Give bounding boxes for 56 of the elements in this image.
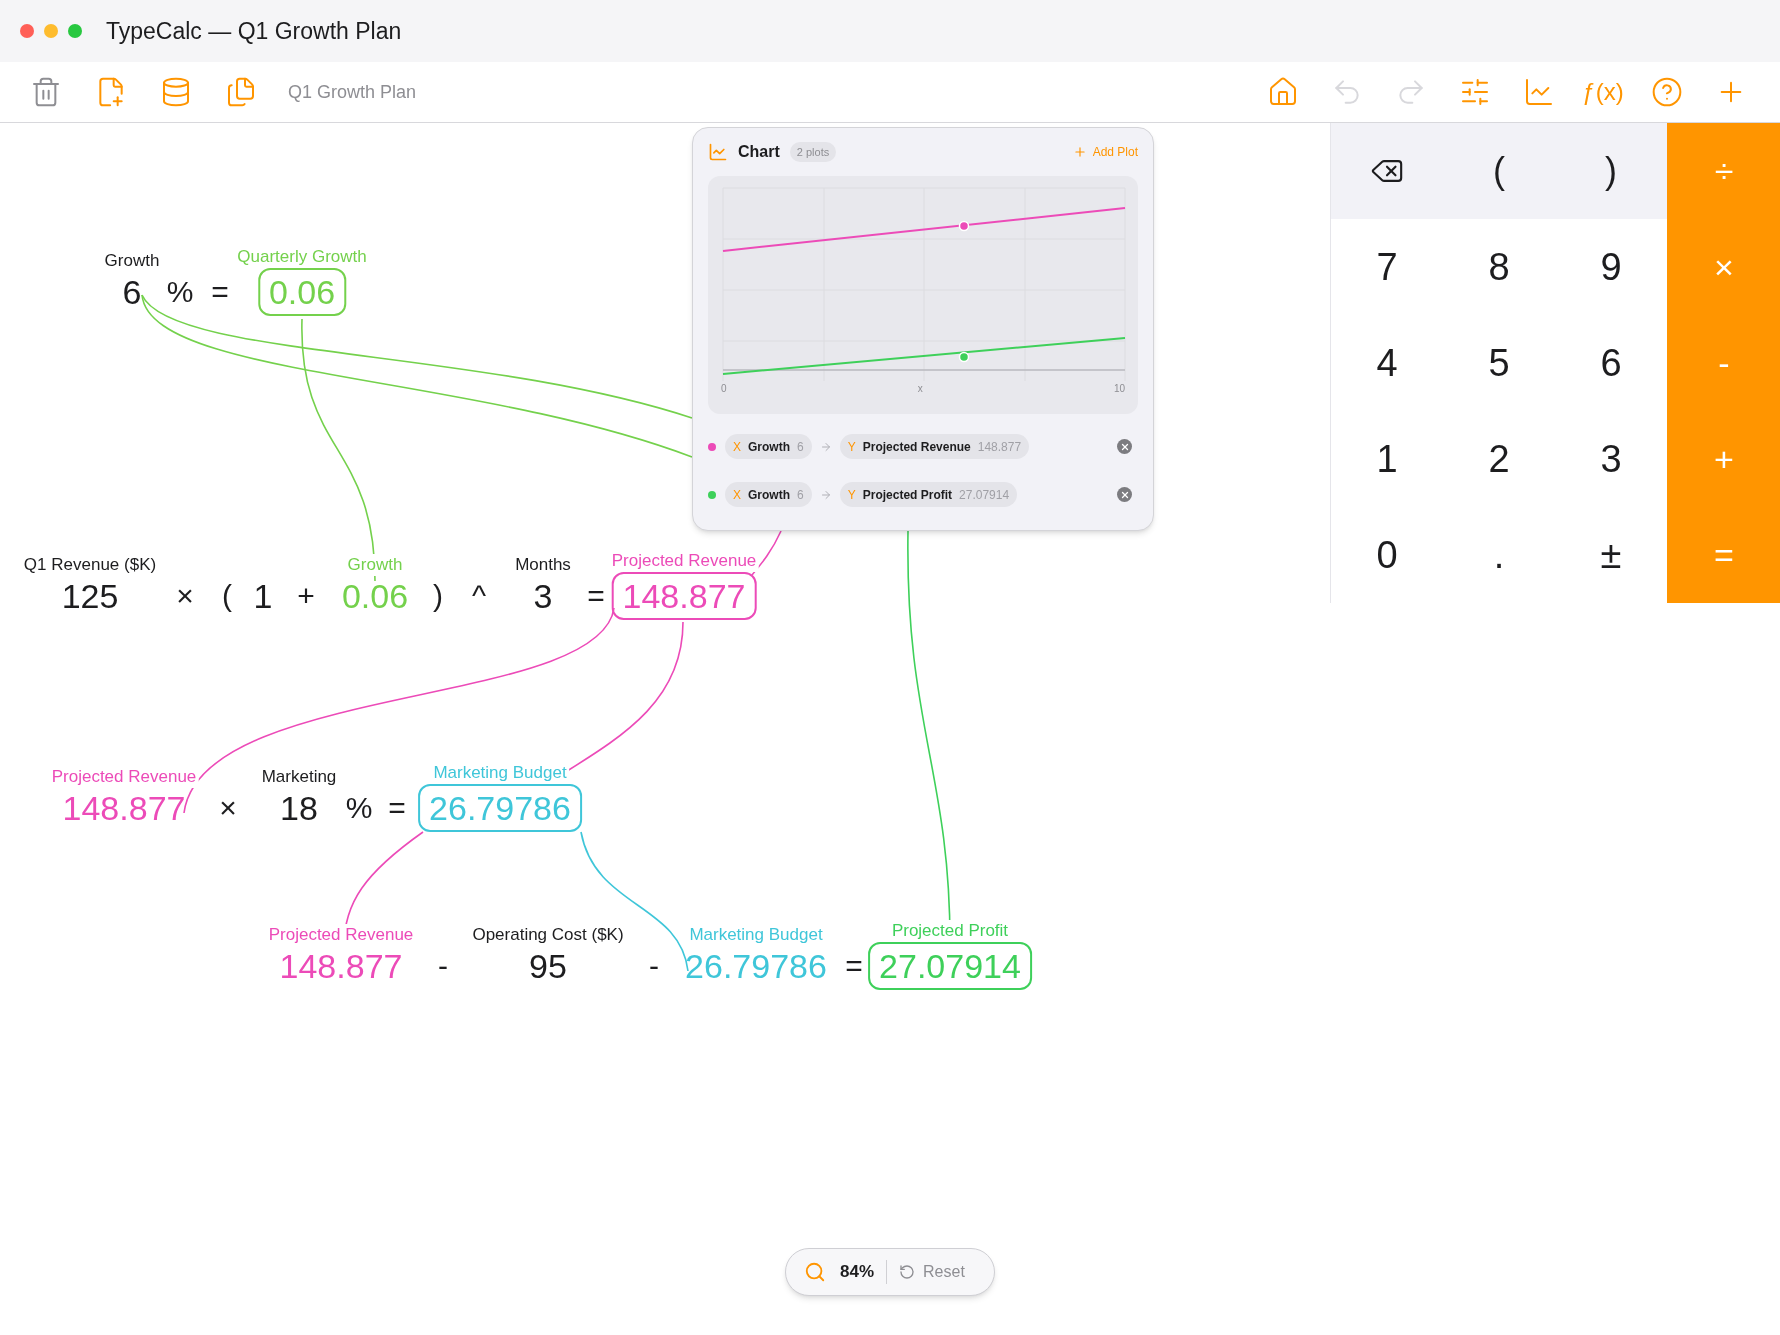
number-value[interactable]: 125: [61, 576, 119, 616]
operator-symbol: =: [388, 790, 406, 826]
sliders-icon: [1459, 76, 1491, 108]
number-value[interactable]: 95: [529, 946, 567, 986]
operator-symbol: (: [222, 578, 232, 614]
operator-symbol: +: [297, 578, 315, 614]
operator-symbol: ^: [471, 578, 487, 614]
number-value[interactable]: 1: [253, 576, 273, 616]
document-title: Q1 Growth Plan: [288, 80, 417, 104]
operator-symbol: -: [438, 948, 448, 984]
variable-chip[interactable]: X Growth 6: [725, 482, 812, 507]
zoom-button[interactable]: [68, 24, 82, 38]
axis-label: 0: [721, 382, 727, 396]
axis-label: 10: [1113, 382, 1125, 396]
operator-symbol: =: [211, 274, 229, 310]
plot-count: 2 plots: [789, 141, 837, 163]
remove-button[interactable]: [1117, 487, 1132, 502]
copy-icon: [225, 76, 257, 108]
arrow-icon: [819, 488, 832, 501]
minimize-button[interactable]: [44, 24, 58, 38]
operator-symbol: ): [433, 578, 443, 614]
operator-symbol: %: [345, 790, 373, 826]
search-icon: [804, 1261, 826, 1283]
home-icon: [1267, 76, 1299, 108]
number-value[interactable]: 3: [533, 576, 553, 616]
remove-button[interactable]: [1117, 439, 1132, 454]
panel-title: Chart: [738, 142, 780, 162]
operator-symbol: %: [166, 274, 194, 310]
arrow-icon: [819, 440, 832, 453]
zoom-level: 84%: [840, 1261, 875, 1284]
number-value[interactable]: 6: [122, 272, 142, 312]
number-value[interactable]: 18: [280, 788, 318, 828]
line-chart-icon: [708, 142, 728, 162]
help-icon: [1651, 76, 1683, 108]
close-button[interactable]: [20, 24, 34, 38]
operator-symbol: =: [845, 948, 863, 984]
window-title: TypeCalc — Q1 Growth Plan: [106, 16, 402, 46]
variable-chip[interactable]: X Growth 6: [725, 434, 812, 459]
line-chart-icon: [1523, 76, 1555, 108]
trash-icon: [30, 76, 62, 108]
keypad-key[interactable]: ): [1555, 123, 1667, 219]
operator-symbol: ×: [176, 578, 194, 614]
reset-icon: [899, 1264, 916, 1280]
variable-chip[interactable]: Y Projected Revenue 148.877: [839, 434, 1030, 459]
plus-icon: [1072, 145, 1087, 159]
operator-symbol: -: [649, 948, 659, 984]
close-icon: [1119, 441, 1130, 452]
database-icon: [160, 76, 192, 108]
keypad-key[interactable]: (: [1443, 123, 1555, 219]
variable-label: Growth: [345, 554, 405, 576]
close-icon: [1119, 489, 1130, 500]
operator-symbol: =: [587, 578, 605, 614]
backspace-key[interactable]: [1331, 123, 1443, 219]
axis-label: x: [917, 382, 923, 396]
variable-chip[interactable]: Y Projected Profit 27.07914: [839, 482, 1018, 507]
operator-symbol: ×: [219, 790, 237, 826]
